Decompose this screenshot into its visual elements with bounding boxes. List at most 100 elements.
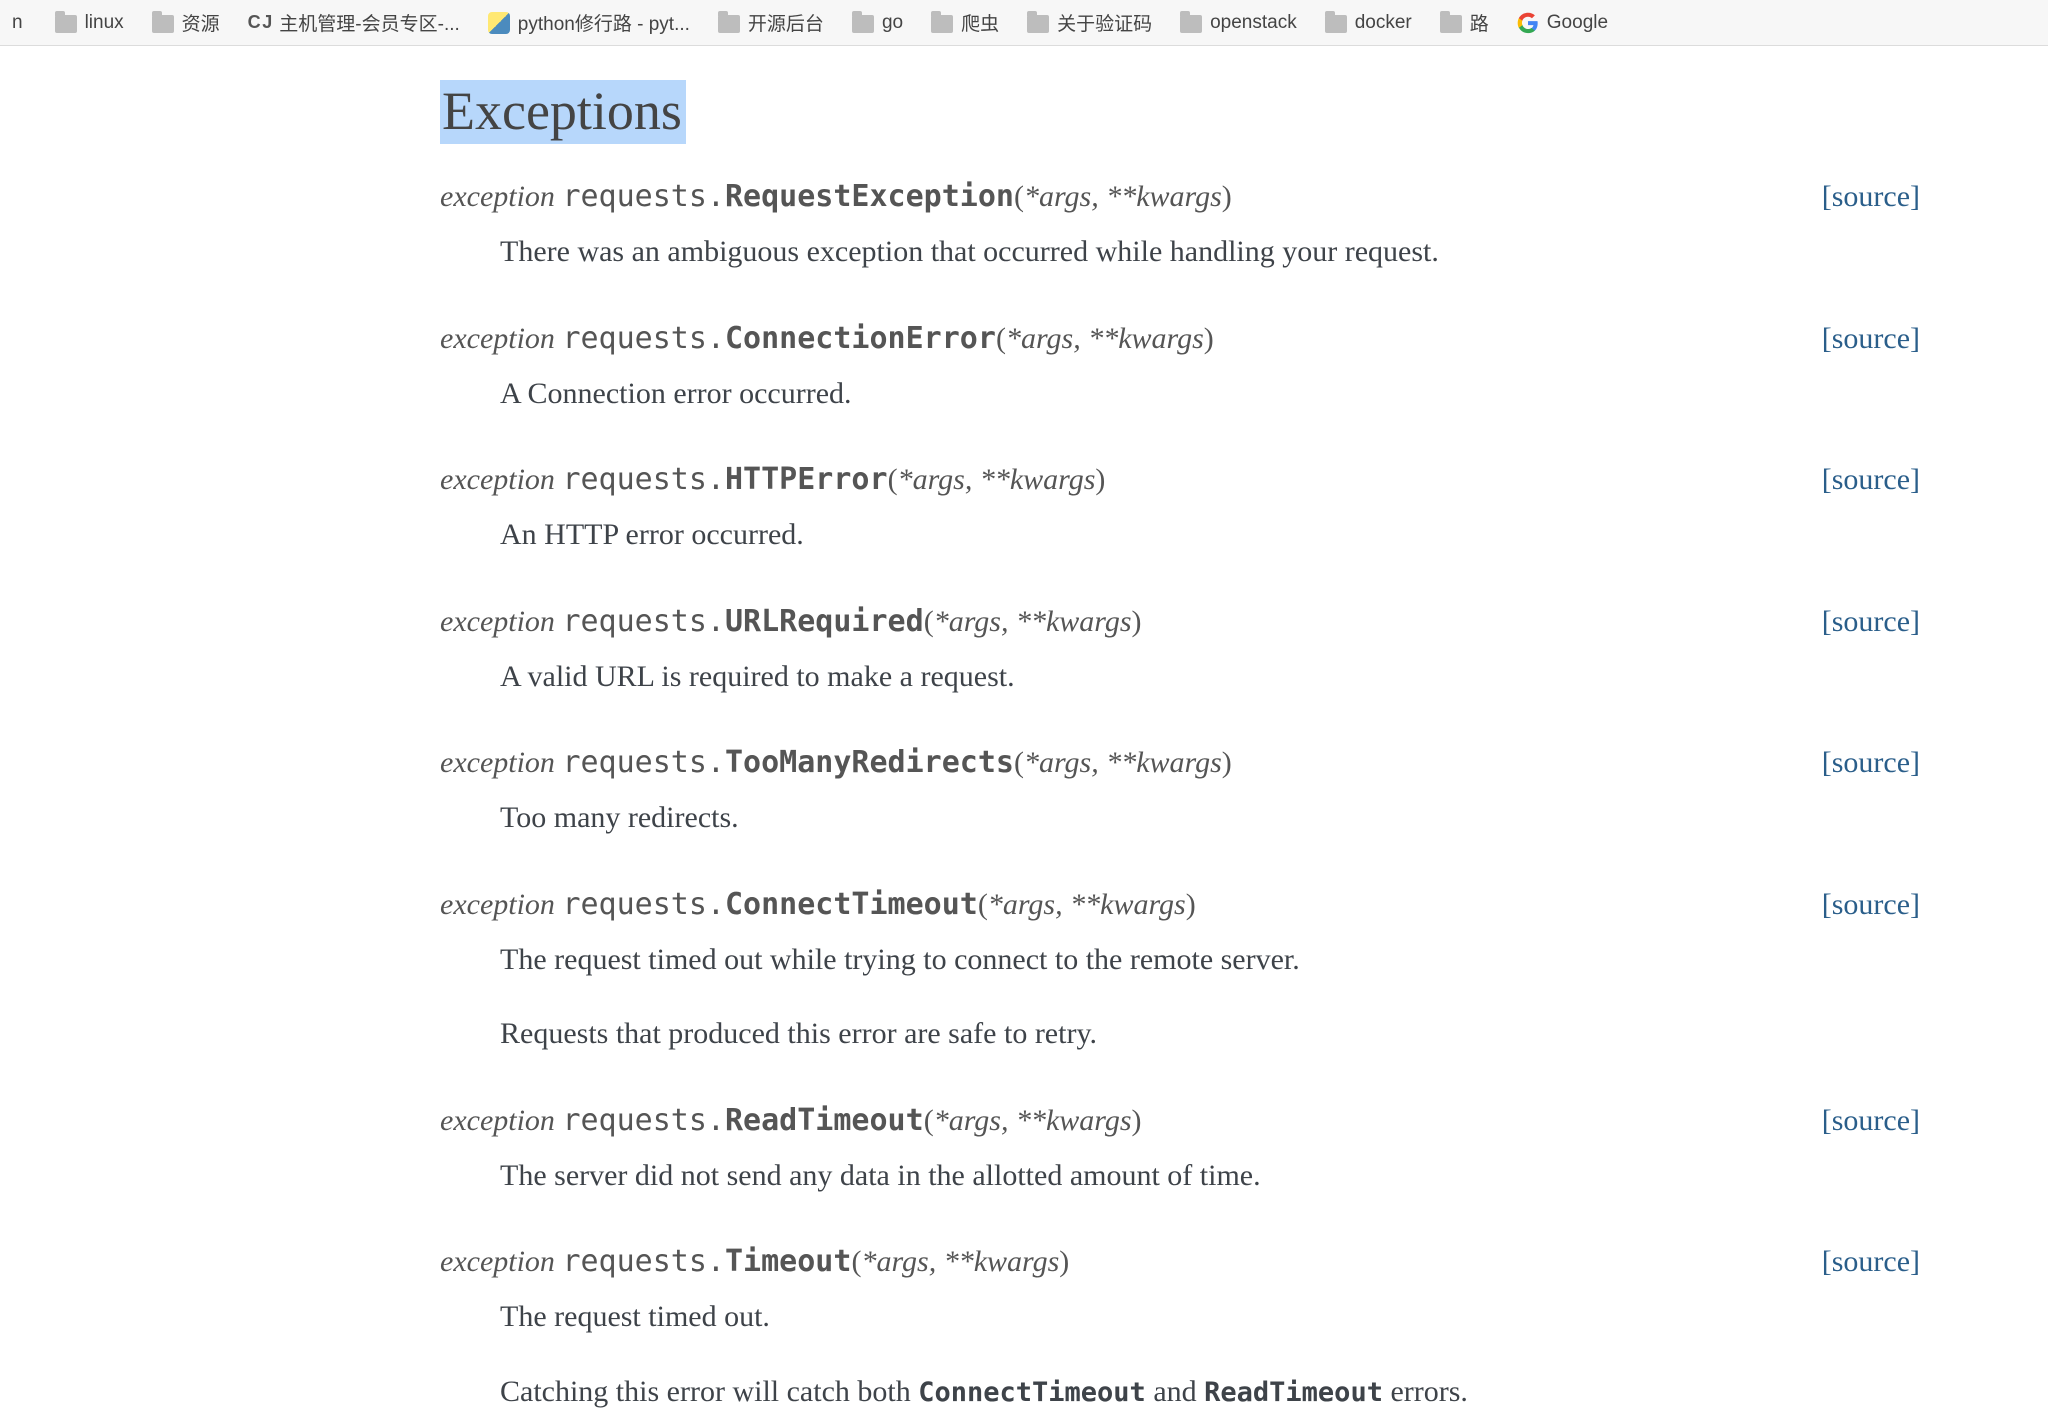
class-name[interactable]: ConnectionError — [725, 321, 996, 356]
folder-icon — [55, 15, 77, 33]
bookmark-item[interactable]: linux — [55, 12, 124, 34]
exception-description: The server did not send any data in the … — [500, 1153, 1920, 1200]
exception-description: The request timed out while trying to co… — [500, 937, 1920, 984]
class-name[interactable]: TooManyRedirects — [725, 745, 1014, 780]
module-name: requests. — [562, 1244, 725, 1279]
source-link[interactable]: [source] — [1822, 599, 1920, 644]
source-link[interactable]: [source] — [1822, 316, 1920, 361]
folder-icon — [852, 15, 874, 33]
open-paren: ( — [924, 1104, 934, 1137]
bookmark-item[interactable]: 路 — [1440, 9, 1489, 36]
catch-note-prefix: Catching this error will catch both — [500, 1375, 918, 1408]
keyword-exception: exception — [440, 746, 555, 779]
exception-entry: exception requests.ReadTimeout(*args, **… — [440, 1098, 1920, 1200]
open-paren: ( — [978, 888, 988, 921]
bookmark-label: 路 — [1470, 9, 1489, 36]
keyword-exception: exception — [440, 463, 555, 496]
exception-description: A Connection error occurred. — [500, 371, 1920, 418]
args-separator: , — [1055, 888, 1070, 921]
exception-description: Too many redirects. — [500, 795, 1920, 842]
catch-note-and: and — [1146, 1375, 1204, 1408]
source-link[interactable]: [source] — [1822, 1239, 1920, 1284]
exception-entry: exception requests.RequestException(*arg… — [440, 174, 1920, 276]
folder-icon — [1325, 15, 1347, 33]
args-doublestar: **kwargs — [1070, 888, 1186, 921]
ref-connecttimeout[interactable]: ConnectTimeout — [918, 1377, 1146, 1408]
page-body: Exceptions exception requests.RequestExc… — [0, 46, 2048, 1415]
source-link[interactable]: [source] — [1822, 174, 1920, 219]
bookmark-label: 爬虫 — [961, 9, 999, 36]
ref-readtimeout[interactable]: ReadTimeout — [1204, 1377, 1383, 1408]
open-paren: ( — [924, 605, 934, 638]
args-star: *args — [1024, 746, 1091, 779]
keyword-exception: exception — [440, 322, 555, 355]
section-title-exceptions: Exceptions — [440, 80, 686, 144]
module-name: requests. — [562, 887, 725, 922]
args-doublestar: **kwargs — [1088, 322, 1204, 355]
close-paren: ) — [1132, 605, 1142, 638]
exception-entry: exception requests.ConnectTimeout(*args,… — [440, 882, 1920, 1058]
args-separator: , — [965, 463, 980, 496]
class-name[interactable]: ConnectTimeout — [725, 887, 978, 922]
exception-signature: exception requests.ConnectTimeout(*args,… — [440, 882, 1920, 927]
args-separator: , — [1001, 605, 1016, 638]
close-paren: ) — [1186, 888, 1196, 921]
exception-description: A valid URL is required to make a reques… — [500, 654, 1920, 701]
bookmark-item[interactable]: docker — [1325, 12, 1412, 34]
bookmark-item[interactable]: 开源后台 — [718, 9, 824, 36]
class-name[interactable]: ReadTimeout — [725, 1103, 924, 1138]
close-paren: ) — [1095, 463, 1105, 496]
bookmark-item[interactable]: go — [852, 12, 903, 34]
module-name: requests. — [562, 604, 725, 639]
close-paren: ) — [1059, 1245, 1069, 1278]
exception-description: An HTTP error occurred. — [500, 512, 1920, 559]
class-name[interactable]: HTTPError — [725, 462, 888, 497]
args-separator: , — [1073, 322, 1088, 355]
module-name: requests. — [562, 1103, 725, 1138]
exception-signature: exception requests.Timeout(*args, **kwar… — [440, 1239, 1920, 1284]
keyword-exception: exception — [440, 180, 555, 213]
content-column: Exceptions exception requests.RequestExc… — [440, 46, 1920, 1415]
exception-signature: exception requests.HTTPError(*args, **kw… — [440, 457, 1920, 502]
folder-icon — [718, 15, 740, 33]
args-doublestar: **kwargs — [980, 463, 1096, 496]
args-doublestar: **kwargs — [1106, 746, 1222, 779]
close-paren: ) — [1222, 746, 1232, 779]
source-link[interactable]: [source] — [1822, 882, 1920, 927]
source-link[interactable]: [source] — [1822, 1098, 1920, 1143]
bookmark-label: go — [882, 12, 903, 34]
args-star: *args — [934, 1104, 1001, 1137]
args-separator: , — [1091, 746, 1106, 779]
open-paren: ( — [851, 1245, 861, 1278]
class-name[interactable]: Timeout — [725, 1244, 851, 1279]
folder-icon — [1027, 15, 1049, 33]
python-icon — [488, 12, 510, 34]
bookmark-label: 资源 — [182, 9, 220, 36]
bookmark-item[interactable]: 资源 — [152, 9, 220, 36]
bookmark-item[interactable]: openstack — [1180, 12, 1297, 34]
bookmark-item[interactable]: Google — [1517, 12, 1608, 34]
args-separator: , — [1091, 180, 1106, 213]
exception-entry: exception requests.TooManyRedirects(*arg… — [440, 740, 1920, 842]
google-icon — [1517, 12, 1539, 34]
args-doublestar: **kwargs — [944, 1245, 1060, 1278]
exception-description: Requests that produced this error are sa… — [500, 1011, 1920, 1058]
bookmark-item[interactable]: python修行路 - pyt... — [488, 9, 690, 36]
bookmark-item[interactable]: 爬虫 — [931, 9, 999, 36]
bookmark-label: docker — [1355, 12, 1412, 34]
exception-signature: exception requests.ReadTimeout(*args, **… — [440, 1098, 1920, 1143]
open-paren: ( — [996, 322, 1006, 355]
class-name[interactable]: URLRequired — [725, 604, 924, 639]
open-paren: ( — [888, 463, 898, 496]
source-link[interactable]: [source] — [1822, 740, 1920, 785]
source-link[interactable]: [source] — [1822, 457, 1920, 502]
keyword-exception: exception — [440, 1104, 555, 1137]
class-name[interactable]: RequestException — [725, 179, 1014, 214]
exception-entry: exception requests.HTTPError(*args, **kw… — [440, 457, 1920, 559]
bookmark-item[interactable]: 关于验证码 — [1027, 9, 1152, 36]
exception-signature: exception requests.ConnectionError(*args… — [440, 316, 1920, 361]
args-star: *args — [988, 888, 1055, 921]
args-star: *args — [934, 605, 1001, 638]
bookmark-item[interactable]: C J主机管理-会员专区-... — [248, 9, 460, 36]
exception-description: The request timed out. — [500, 1294, 1920, 1341]
